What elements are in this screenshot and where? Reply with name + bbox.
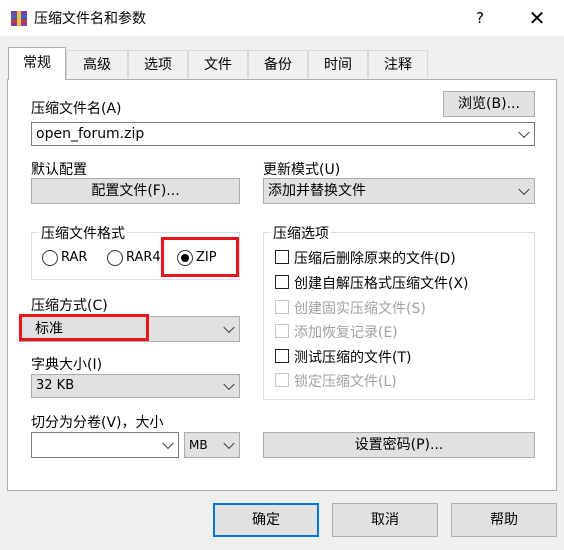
archive-name-combo[interactable]: open_forum.zip: [31, 122, 535, 146]
chevron-down-icon: [223, 437, 235, 450]
format-rar-label: RAR: [61, 250, 88, 265]
ok-button[interactable]: 确定: [213, 503, 319, 537]
format-rar-radio[interactable]: [42, 250, 58, 266]
help-button[interactable]: 帮助: [451, 503, 557, 537]
dictionary-size-value: 32 KB: [36, 378, 75, 393]
dialog-window: 压缩文件名和参数 ? ✕ 常规 高级 选项 文件 备份 时间 注释 压缩文件名(…: [0, 0, 564, 550]
dictionary-size-select[interactable]: 32 KB: [31, 374, 240, 398]
lock-archive-label: 锁定压缩文件(L): [294, 374, 397, 390]
chevron-down-icon: [223, 378, 235, 391]
profiles-button[interactable]: 配置文件(F)...: [31, 178, 240, 204]
tab-options[interactable]: 选项: [128, 50, 188, 78]
chevron-down-icon: [518, 126, 530, 139]
format-rar4-label: RAR4: [126, 250, 161, 265]
test-files-label: 测试压缩的文件(T): [294, 350, 412, 366]
update-mode-label: 更新模式(U): [263, 162, 341, 178]
archive-name-value: open_forum.zip: [36, 126, 145, 142]
recovery-record-label: 添加恢复记录(E): [294, 325, 398, 341]
chevron-down-icon: [162, 437, 174, 450]
split-size-combo[interactable]: [31, 432, 179, 458]
highlight-box-zip: [161, 237, 239, 277]
window-title: 压缩文件名和参数: [34, 11, 146, 27]
split-unit-value: MB: [189, 438, 208, 452]
tab-time[interactable]: 时间: [308, 50, 368, 78]
chevron-down-icon: [223, 321, 235, 334]
create-sfx-label: 创建自解压格式压缩文件(X): [294, 276, 469, 292]
tab-advanced[interactable]: 高级: [66, 50, 128, 78]
compression-method-label: 压缩方式(C): [31, 298, 108, 314]
update-mode-select[interactable]: 添加并替换文件: [263, 178, 535, 204]
create-solid-checkbox: [275, 300, 289, 314]
tab-backup[interactable]: 备份: [248, 50, 308, 78]
archive-name-label: 压缩文件名(A): [31, 101, 122, 117]
tab-comment[interactable]: 注释: [368, 50, 428, 78]
chevron-down-icon: [518, 183, 530, 196]
help-icon[interactable]: ?: [465, 6, 495, 30]
dictionary-size-label: 字典大小(I): [31, 357, 103, 373]
tab-general[interactable]: 常规: [8, 47, 66, 80]
profile-label: 默认配置: [31, 162, 87, 178]
create-solid-label: 创建固实压缩文件(S): [294, 301, 426, 317]
lock-archive-checkbox: [275, 373, 289, 387]
archive-format-title: 压缩文件格式: [39, 223, 127, 243]
test-files-checkbox[interactable]: [275, 349, 289, 363]
delete-after-label: 压缩后删除原来的文件(D): [294, 251, 456, 267]
browse-button[interactable]: 浏览(B)...: [443, 91, 535, 117]
update-mode-value: 添加并替换文件: [268, 183, 366, 199]
delete-after-checkbox[interactable]: [275, 250, 289, 264]
split-unit-select[interactable]: MB: [184, 432, 240, 458]
cancel-button[interactable]: 取消: [332, 503, 438, 537]
format-rar4-radio[interactable]: [107, 250, 123, 266]
set-password-button[interactable]: 设置密码(P)...: [263, 432, 535, 458]
highlight-box-method: [19, 314, 149, 341]
archiving-options-title: 压缩选项: [271, 223, 331, 243]
tab-files[interactable]: 文件: [188, 50, 248, 78]
split-volumes-label: 切分为分卷(V)，大小: [31, 415, 164, 431]
winrar-app-icon: [11, 11, 27, 26]
create-sfx-checkbox[interactable]: [275, 275, 289, 289]
close-icon[interactable]: ✕: [520, 5, 554, 31]
recovery-record-checkbox: [275, 324, 289, 338]
